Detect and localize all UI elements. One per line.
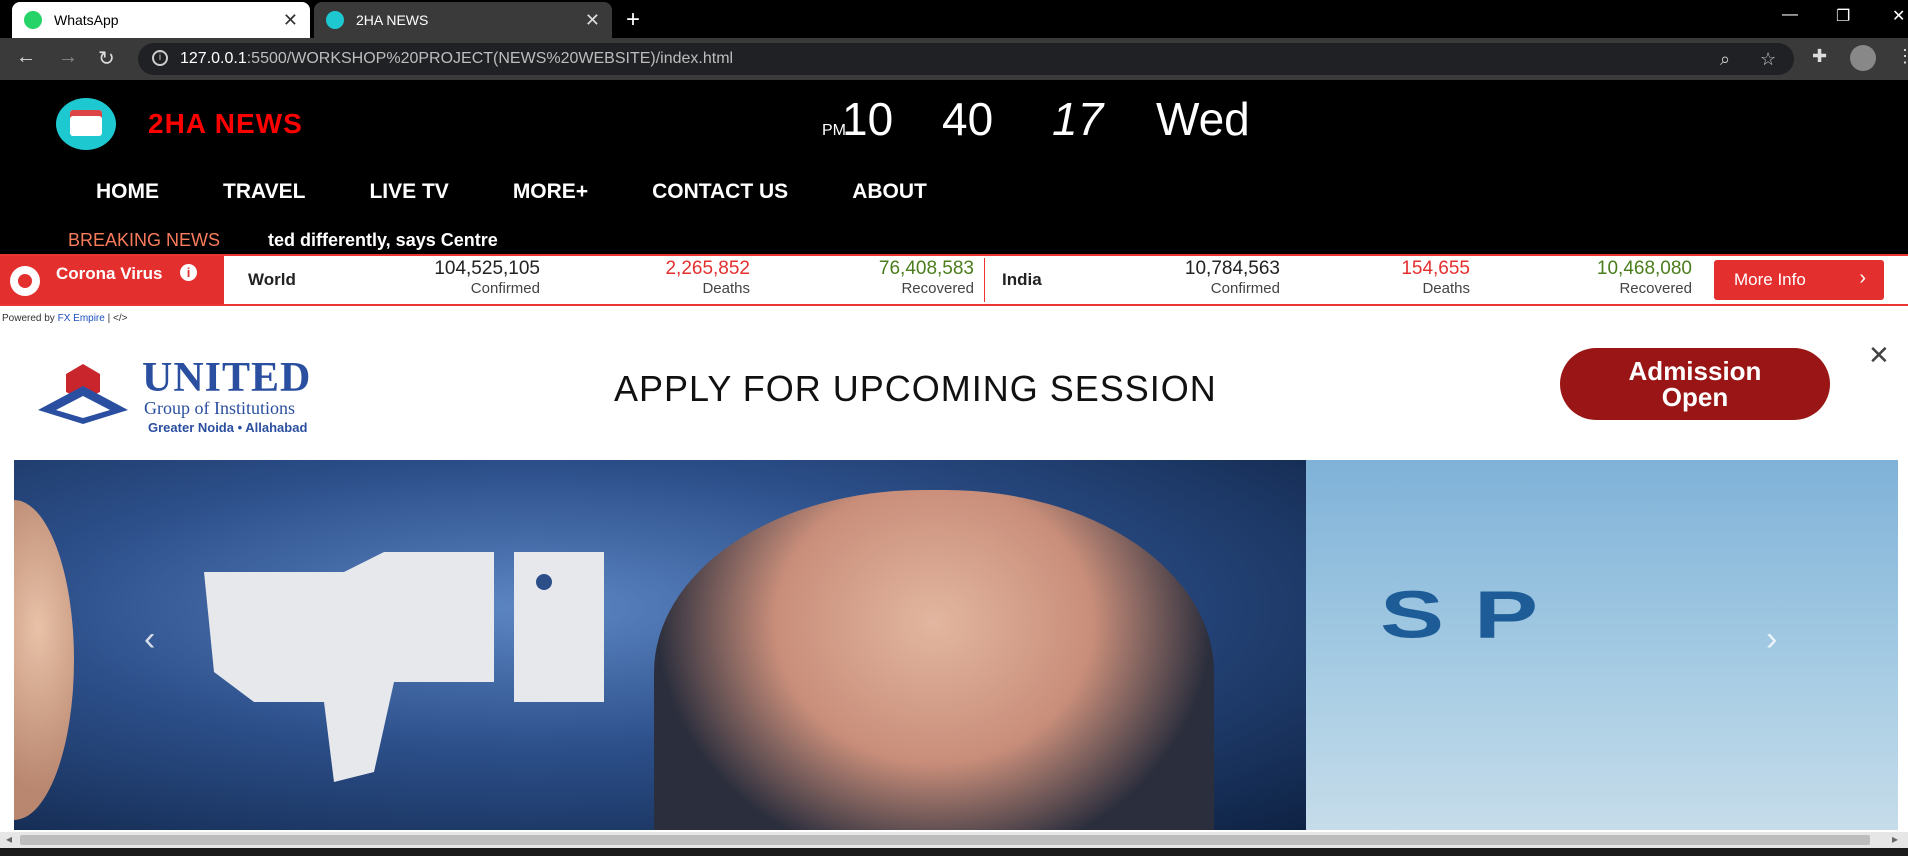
close-tab-icon[interactable]: ✕ <box>283 10 298 31</box>
restore-icon[interactable]: ❐ <box>1836 6 1850 26</box>
region-india: India <box>1002 270 1042 289</box>
bookmark-star-icon[interactable]: ☆ <box>1760 49 1776 70</box>
slide-person-image <box>654 490 1214 830</box>
carousel-slide-next[interactable]: SP › <box>1306 460 1898 830</box>
united-shield-icon <box>38 364 128 424</box>
nav-about[interactable]: ABOUT <box>852 180 927 204</box>
clock-day: Wed <box>1156 93 1250 145</box>
carousel-slide-active[interactable]: ‹ <box>14 460 1306 830</box>
breaking-news-ticker[interactable]: ted differently, says Centre <box>268 230 498 251</box>
corona-label: Corona Virus <box>56 264 163 283</box>
reload-icon[interactable]: ↻ <box>98 46 115 71</box>
ad-banner[interactable]: UNITED Group of Institutions Greater Noi… <box>14 340 1894 460</box>
ad-location-text: Greater Noida • Allahabad <box>148 420 308 435</box>
clock-second: 17 <box>1052 93 1104 145</box>
fx-empire-link[interactable]: FX Empire <box>58 313 105 324</box>
corona-badge: Corona Virus i <box>0 256 224 304</box>
close-tab-icon[interactable]: ✕ <box>585 10 600 31</box>
india-confirmed: 10,784,563 Confirmed <box>1184 258 1280 297</box>
ad-headline: APPLY FOR UPCOMING SESSION <box>614 368 1217 409</box>
world-recovered: 76,408,583 Recovered <box>878 258 974 297</box>
site-brand[interactable]: 2HA NEWS <box>148 108 303 140</box>
india-recovered: 10,468,080 Recovered <box>1596 258 1692 297</box>
slide2-text: SP <box>1380 577 1569 653</box>
site-info-icon[interactable]: i <box>152 50 168 66</box>
clock-minute: 40 <box>942 93 994 145</box>
minimize-icon[interactable]: — <box>1782 6 1798 24</box>
close-ad-icon[interactable]: ✕ <box>1868 340 1890 371</box>
main-nav: HOME TRAVEL LIVE TV MORE+ CONTACT US ABO… <box>96 180 991 204</box>
news-favicon-icon <box>326 11 344 29</box>
close-window-icon[interactable]: ✕ <box>1892 6 1905 26</box>
region-world: World <box>248 270 296 289</box>
taskbar-strip <box>0 848 1908 856</box>
nav-travel[interactable]: TRAVEL <box>223 180 305 204</box>
browser-tab-bar: WhatsApp ✕ 2HA NEWS ✕ + — ❐ ✕ <box>0 0 1908 38</box>
news-carousel: ‹ SP › <box>14 460 1898 830</box>
breaking-news-label: BREAKING NEWS <box>68 230 221 250</box>
more-info-label: More Info <box>1734 270 1806 289</box>
scroll-left-icon[interactable]: ◂ <box>6 832 12 846</box>
tab-title: 2HA NEWS <box>356 12 429 28</box>
carousel-prev-icon[interactable]: ‹ <box>144 620 155 659</box>
carousel-next-icon[interactable]: › <box>1766 620 1777 659</box>
tab-whatsapp[interactable]: WhatsApp ✕ <box>12 2 310 38</box>
corona-ticker: Corona Virus i World 104,525,105 Confirm… <box>0 254 1908 306</box>
forward-icon[interactable]: → <box>58 46 78 69</box>
slide-person-left <box>14 500 74 820</box>
menu-icon[interactable]: ⋮ <box>1896 46 1908 67</box>
url-field[interactable]: i 127.0.0.1:5500/WORKSHOP%20PROJECT(NEWS… <box>138 43 1794 75</box>
profile-avatar[interactable] <box>1850 45 1876 71</box>
nav-more[interactable]: MORE+ <box>513 180 588 204</box>
clock-hour: 10 <box>842 93 894 145</box>
world-deaths: 2,265,852 Deaths <box>665 258 750 297</box>
scrollbar-thumb[interactable] <box>20 835 1870 845</box>
horizontal-scrollbar[interactable]: ◂ ▸ <box>0 832 1908 848</box>
tab-title: WhatsApp <box>54 12 119 28</box>
nav-contact-us[interactable]: CONTACT US <box>652 180 788 204</box>
powered-by: Powered by FX Empire | </> <box>2 313 128 324</box>
virus-icon <box>10 266 40 296</box>
ticker-divider <box>984 258 985 302</box>
whatsapp-icon <box>24 11 42 29</box>
tab-2ha-news[interactable]: 2HA NEWS ✕ <box>314 2 612 38</box>
ad-group-text: Group of Institutions <box>144 398 295 418</box>
new-tab-icon[interactable]: + <box>626 6 640 34</box>
site-logo[interactable] <box>56 98 116 150</box>
nav-home[interactable]: HOME <box>96 180 159 204</box>
chevron-right-icon: › <box>1859 267 1866 289</box>
admission-open-stamp: Admission Open <box>1560 348 1830 420</box>
india-deaths: 154,655 Deaths <box>1401 258 1470 297</box>
url-text[interactable]: 127.0.0.1:5500/WORKSHOP%20PROJECT(NEWS%2… <box>180 50 733 68</box>
extensions-icon[interactable]: ✚ <box>1812 46 1827 67</box>
zoom-icon[interactable]: ⌕ <box>1720 49 1730 70</box>
scroll-right-icon[interactable]: ▸ <box>1892 832 1898 846</box>
world-confirmed: 104,525,105 Confirmed <box>434 258 540 297</box>
ad-united-text: UNITED <box>142 355 312 401</box>
thumbs-down-icon <box>204 552 604 782</box>
nav-live-tv[interactable]: LIVE TV <box>369 180 448 204</box>
address-bar: ← → ↻ i 127.0.0.1:5500/WORKSHOP%20PROJEC… <box>0 38 1908 80</box>
more-info-button[interactable]: More Info › <box>1714 260 1884 300</box>
info-icon[interactable]: i <box>180 264 197 281</box>
back-icon[interactable]: ← <box>16 46 36 69</box>
site-header: 2HA NEWS PM 10 40 17 Wed HOME TRAVEL LIV… <box>0 80 1908 254</box>
